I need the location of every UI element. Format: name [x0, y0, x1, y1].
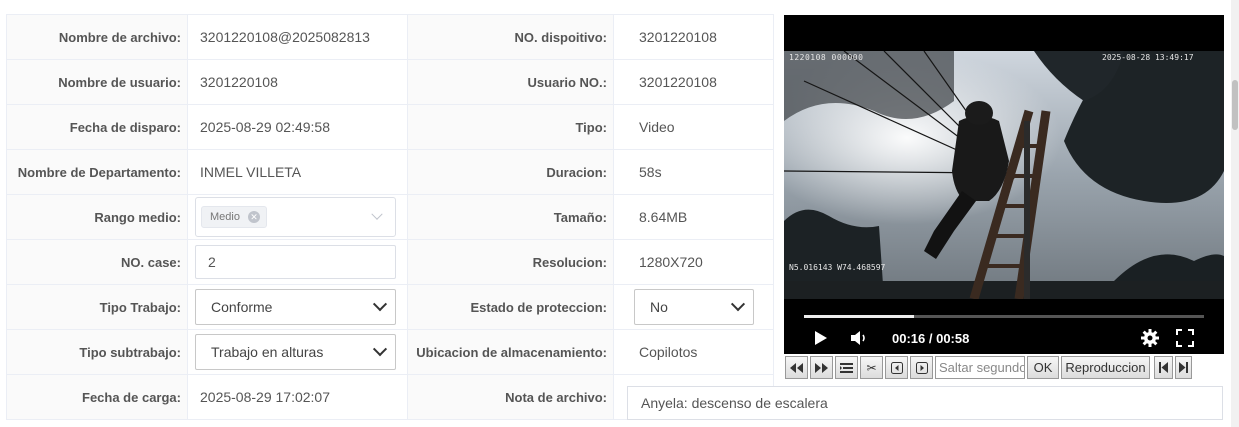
- nota-archivo-input[interactable]: Anyela: descenso de escalera: [627, 386, 1223, 420]
- tipo-subtrabajo-cell: Trabajo en alturas: [187, 329, 408, 375]
- label-nota-archivo: Nota de archivo:: [407, 374, 614, 420]
- rango-medio-tag: Medio ✕: [201, 206, 267, 228]
- close-tag-icon[interactable]: ✕: [247, 211, 260, 223]
- chevron-down-icon: [372, 342, 388, 357]
- label-nombre-archivo: Nombre de archivo:: [6, 14, 188, 60]
- video-controls: 00:16 / 00:58: [784, 325, 1224, 351]
- label-ubicacion-almacenamiento: Ubicacion de almacenamiento:: [407, 329, 614, 375]
- play-icon[interactable]: [814, 330, 828, 349]
- label-rango-medio: Rango medio:: [6, 194, 188, 240]
- label-no-dispositivo: NO. dispoitivo:: [407, 14, 614, 60]
- label-duracion: Duracion:: [407, 149, 614, 195]
- volume-icon[interactable]: [850, 330, 870, 349]
- value-nombre-departamento: INMEL VILLETA: [187, 149, 408, 195]
- value-resolucion: 1280X720: [613, 239, 774, 285]
- tipo-subtrabajo-selected: Trabajo en alturas: [211, 344, 324, 360]
- osd-device: 1220108 000000: [789, 53, 863, 62]
- label-no-case: NO. case:: [6, 239, 188, 285]
- estado-proteccion-cell: No: [613, 284, 774, 330]
- no-case-input[interactable]: 2: [195, 245, 396, 279]
- estado-proteccion-select[interactable]: No: [634, 289, 754, 325]
- skip-end-icon[interactable]: [1175, 356, 1192, 379]
- no-case-cell: 2: [187, 239, 408, 285]
- value-fecha-disparo: 2025-08-29 02:49:58: [187, 104, 408, 150]
- chevron-down-icon: [372, 297, 388, 312]
- label-usuario-no: Usuario NO.:: [407, 59, 614, 105]
- video-image: 1220108 000000 2025-08-28 13:49:17 N5.01…: [784, 51, 1224, 299]
- rango-medio-select[interactable]: Medio ✕: [195, 197, 396, 237]
- chevron-down-icon: [371, 208, 383, 220]
- tipo-trabajo-selected: Conforme: [211, 299, 273, 315]
- list-icon[interactable]: [835, 356, 858, 379]
- label-tipo-subtrabajo: Tipo subtrabajo:: [6, 329, 188, 375]
- scrollbar-thumb[interactable]: [1232, 80, 1238, 130]
- scissors-icon[interactable]: ✂: [860, 356, 883, 379]
- skip-start-icon[interactable]: [1154, 356, 1173, 379]
- value-tipo: Video: [613, 104, 774, 150]
- rango-medio-tag-label: Medio: [210, 211, 240, 223]
- playback-button[interactable]: Reproduccion: [1061, 356, 1150, 379]
- label-nombre-departamento: Nombre de Departamento:: [6, 149, 188, 195]
- estado-proteccion-selected: No: [650, 299, 668, 315]
- fast-forward-icon[interactable]: [810, 356, 833, 379]
- value-ubicacion-almacenamiento: Copilotos: [613, 329, 774, 375]
- time-display: 00:16 / 00:58: [892, 330, 970, 346]
- label-fecha-disparo: Fecha de disparo:: [6, 104, 188, 150]
- value-nombre-archivo: 3201220108@2025082813: [187, 14, 408, 60]
- skip-seconds-input[interactable]: Saltar segundos: [935, 356, 1025, 379]
- value-usuario-no: 3201220108: [613, 59, 774, 105]
- value-tamano: 8.64MB: [613, 194, 774, 240]
- label-tipo-trabajo: Tipo Trabajo:: [6, 284, 188, 330]
- label-nombre-usuario: Nombre de usuario:: [6, 59, 188, 105]
- label-estado-proteccion: Estado de proteccion:: [407, 284, 614, 330]
- ok-button[interactable]: OK: [1027, 356, 1059, 379]
- osd-gps: N5.016143 W74.468597: [789, 263, 886, 272]
- value-no-dispositivo: 3201220108: [613, 14, 774, 60]
- video-progress-fill: [804, 315, 915, 318]
- value-fecha-carga: 2025-08-29 17:02:07: [187, 374, 408, 420]
- video-player[interactable]: 1220108 000000 2025-08-28 13:49:17 N5.01…: [784, 15, 1224, 354]
- rewind-icon[interactable]: [785, 356, 808, 379]
- file-details-table: Nombre de archivo: 3201220108@2025082813…: [6, 14, 774, 420]
- value-nombre-usuario: 3201220108: [187, 59, 408, 105]
- page-scrollbar[interactable]: [1231, 0, 1239, 427]
- frame-back-icon[interactable]: [885, 356, 908, 379]
- label-tipo: Tipo:: [407, 104, 614, 150]
- tipo-trabajo-select[interactable]: Conforme: [195, 289, 396, 325]
- video-progress-bar[interactable]: [804, 315, 1204, 318]
- label-tamano: Tamaño:: [407, 194, 614, 240]
- tipo-subtrabajo-select[interactable]: Trabajo en alturas: [195, 334, 396, 370]
- label-resolucion: Resolucion:: [407, 239, 614, 285]
- chevron-down-icon: [730, 297, 746, 312]
- fullscreen-icon[interactable]: [1176, 329, 1194, 350]
- player-toolbar: ✂ Saltar segundos OK Reproduccion: [785, 356, 1192, 379]
- rango-medio-cell: Medio ✕: [187, 194, 408, 240]
- frame-forward-icon[interactable]: [910, 356, 933, 379]
- value-duracion: 58s: [613, 149, 774, 195]
- osd-datetime: 2025-08-28 13:49:17: [1102, 53, 1194, 62]
- tipo-trabajo-cell: Conforme: [187, 284, 408, 330]
- settings-gear-icon[interactable]: [1140, 328, 1160, 351]
- label-fecha-carga: Fecha de carga:: [6, 374, 188, 420]
- video-frame[interactable]: 1220108 000000 2025-08-28 13:49:17 N5.01…: [784, 51, 1224, 299]
